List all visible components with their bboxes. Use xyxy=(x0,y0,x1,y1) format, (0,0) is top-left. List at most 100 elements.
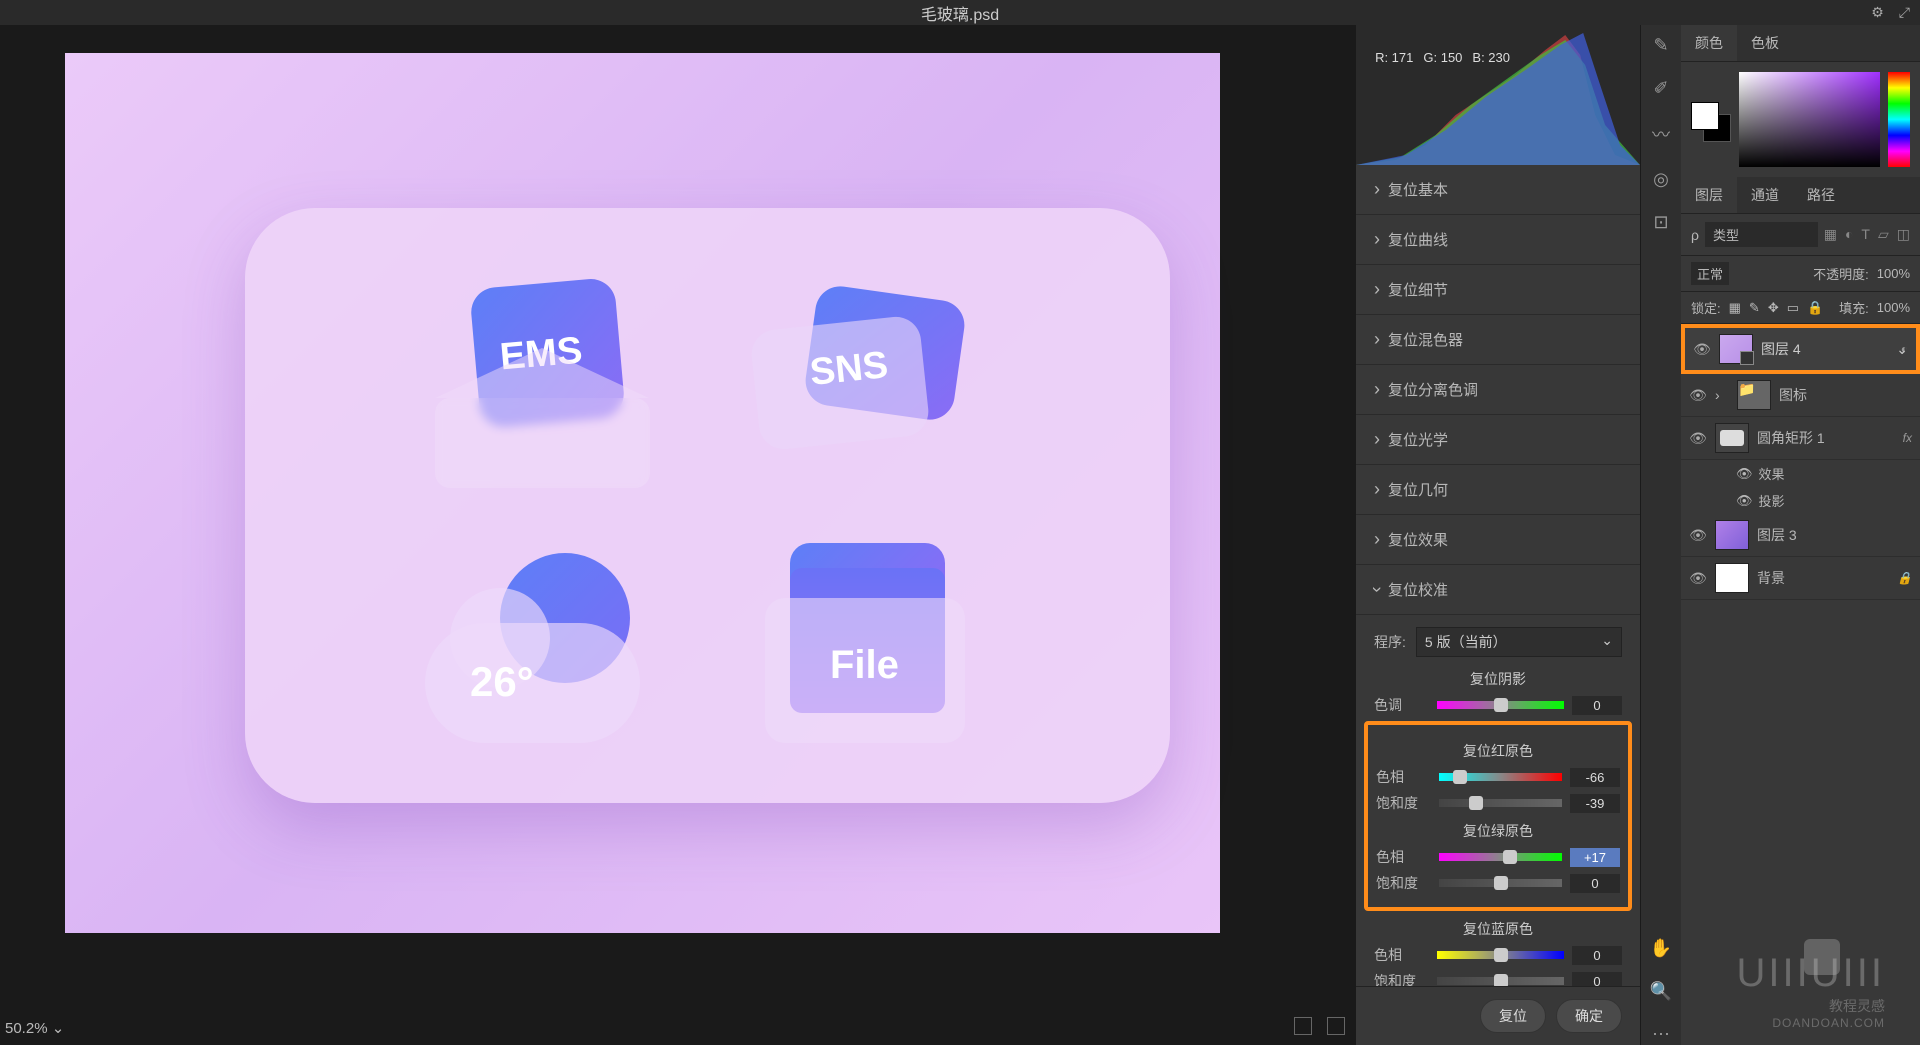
lock-artboard-icon[interactable]: ▭ xyxy=(1787,300,1799,316)
visibility-icon[interactable]: 👁 xyxy=(1693,341,1711,358)
fill-value[interactable]: 100% xyxy=(1877,300,1910,315)
expand-icon[interactable]: ⤢ xyxy=(1899,4,1910,21)
red-hue-value[interactable]: -66 xyxy=(1570,768,1620,787)
title-bar: 毛玻璃.psd ⚙ ⤢ xyxy=(0,0,1920,25)
folder-icon: 📁 xyxy=(1737,380,1771,410)
lock-pos-icon[interactable]: ✥ xyxy=(1768,300,1779,316)
color-tabs: 颜色 色板 xyxy=(1681,25,1920,62)
layer-filter-select[interactable]: 类型 xyxy=(1705,222,1818,247)
brush-icon[interactable]: 〰 xyxy=(1652,121,1670,147)
visibility-icon[interactable]: 👁 xyxy=(1689,527,1707,544)
red-sat-slider[interactable] xyxy=(1439,799,1562,807)
view-mode-2-icon[interactable] xyxy=(1327,1017,1345,1035)
lock-trans-icon[interactable]: ▦ xyxy=(1729,300,1741,316)
layer-thumb[interactable] xyxy=(1715,520,1749,550)
reset-button[interactable]: 复位 xyxy=(1480,999,1546,1033)
acc-basic[interactable]: 复位基本 xyxy=(1356,165,1640,215)
acc-calib[interactable]: 复位校准 xyxy=(1356,565,1640,615)
acc-geom[interactable]: 复位几何 xyxy=(1356,465,1640,515)
process-select[interactable]: 5 版（当前） xyxy=(1416,627,1622,657)
filter-text-icon[interactable]: T xyxy=(1861,226,1870,243)
red-hue-slider[interactable] xyxy=(1439,773,1562,781)
canvas-area[interactable]: EMS SNS 26° File 50.2% ⌄ xyxy=(0,25,1355,1045)
opacity-value[interactable]: 100% xyxy=(1877,266,1910,281)
view-mode-1-icon[interactable] xyxy=(1294,1017,1312,1035)
filter-shape-icon[interactable]: ▱ xyxy=(1878,226,1889,243)
blue-hue-value[interactable]: 0 xyxy=(1572,946,1622,965)
layer-thumb[interactable] xyxy=(1715,563,1749,593)
calibration-body: 程序: 5 版（当前） 复位阴影 色调 0 复位红原色 色相 -66 xyxy=(1356,615,1640,986)
fill-label: 填充: xyxy=(1839,298,1869,317)
color-field[interactable] xyxy=(1739,72,1880,167)
fg-bg-swatch[interactable] xyxy=(1691,102,1731,142)
layer-4[interactable]: 👁 图层 4 ◐ xyxy=(1681,324,1920,374)
tone-value[interactable]: 0 xyxy=(1572,696,1622,715)
red-sat-value[interactable]: -39 xyxy=(1570,794,1620,813)
drop-shadow-row[interactable]: 👁投影 xyxy=(1681,487,1920,514)
tab-color[interactable]: 颜色 xyxy=(1681,25,1737,61)
acc-curve[interactable]: 复位曲线 xyxy=(1356,215,1640,265)
tone-slider[interactable] xyxy=(1437,701,1564,709)
layer-list: 👁 图层 4 ◐ 👁 › 📁 图标 👁 圆角矩形 1 fx � xyxy=(1681,324,1920,1045)
red-title: 复位红原色 xyxy=(1376,741,1620,761)
layers-panel-group: ✎ ✐ 〰 ◎ ⊡ ✋ 🔍 ⋯ 颜色 色板 图层 通道 路径 xyxy=(1640,25,1920,1045)
sns-icon: SNS xyxy=(755,293,985,473)
blend-mode-select[interactable]: 正常 xyxy=(1691,262,1729,285)
tab-layers[interactable]: 图层 xyxy=(1681,177,1737,213)
acc-mixer[interactable]: 复位混色器 xyxy=(1356,315,1640,365)
acc-split[interactable]: 复位分离色调 xyxy=(1356,365,1640,415)
accordion: 复位基本 复位曲线 复位细节 复位混色器 复位分离色调 复位光学 复位几何 复位… xyxy=(1356,165,1640,986)
lock-all-icon[interactable]: 🔒 xyxy=(1807,300,1823,316)
tab-channels[interactable]: 通道 xyxy=(1737,177,1793,213)
blue-hue-slider[interactable] xyxy=(1437,951,1564,959)
visibility-icon[interactable]: 👁 xyxy=(1689,387,1707,404)
effects-row[interactable]: 👁效果 xyxy=(1681,460,1920,487)
process-label: 程序: xyxy=(1374,632,1406,652)
layer-rounded-rect[interactable]: 👁 圆角矩形 1 fx xyxy=(1681,417,1920,460)
shadow-title: 复位阴影 xyxy=(1374,669,1622,689)
doc-title: 毛玻璃.psd xyxy=(921,1,999,25)
layer-thumb[interactable] xyxy=(1719,334,1753,364)
vertical-toolbar: ✎ ✐ 〰 ◎ ⊡ ✋ 🔍 ⋯ xyxy=(1641,25,1681,1045)
filter-adjust-icon[interactable]: ◐ xyxy=(1845,226,1853,243)
lock-icon: 🔒 xyxy=(1897,571,1912,585)
target-icon[interactable]: ◎ xyxy=(1653,169,1669,190)
layer-thumb[interactable] xyxy=(1715,423,1749,453)
visibility-icon[interactable]: 👁 xyxy=(1689,430,1707,447)
tab-swatches[interactable]: 色板 xyxy=(1737,25,1793,61)
ok-button[interactable]: 确定 xyxy=(1556,999,1622,1033)
eyedropper-icon[interactable]: ✐ xyxy=(1653,78,1668,99)
histogram[interactable]: R: 171 G: 150 B: 230 xyxy=(1356,25,1640,165)
card-bg xyxy=(245,208,1170,803)
blue-sat-slider[interactable] xyxy=(1437,977,1564,985)
filter-image-icon[interactable]: ▦ xyxy=(1824,226,1837,243)
green-hue-value[interactable]: +17 xyxy=(1570,848,1620,867)
tone-label: 色调 xyxy=(1374,695,1429,715)
tab-paths[interactable]: 路径 xyxy=(1793,177,1849,213)
lock-paint-icon[interactable]: ✎ xyxy=(1749,300,1760,316)
ems-icon: EMS xyxy=(430,283,660,483)
layer-3[interactable]: 👁 图层 3 xyxy=(1681,514,1920,557)
green-hue-slider[interactable] xyxy=(1439,853,1562,861)
edit-icon[interactable]: ✎ xyxy=(1653,35,1668,56)
acc-optics[interactable]: 复位光学 xyxy=(1356,415,1640,465)
filter-smart-icon[interactable]: ◫ xyxy=(1897,226,1910,243)
hue-strip[interactable] xyxy=(1888,72,1910,167)
layer-icons-group[interactable]: 👁 › 📁 图标 xyxy=(1681,374,1920,417)
zoom-level[interactable]: 50.2% ⌄ xyxy=(5,1019,64,1037)
acc-effects[interactable]: 复位效果 xyxy=(1356,515,1640,565)
layer-background[interactable]: 👁 背景 🔒 xyxy=(1681,557,1920,600)
zoom-icon[interactable]: 🔍 xyxy=(1650,981,1672,1002)
green-sat-slider[interactable] xyxy=(1439,879,1562,887)
blue-sat-value[interactable]: 0 xyxy=(1572,972,1622,987)
green-title: 复位绿原色 xyxy=(1376,821,1620,841)
acc-detail[interactable]: 复位细节 xyxy=(1356,265,1640,315)
crop-icon[interactable]: ⊡ xyxy=(1653,212,1668,233)
filter-icon[interactable]: ◐ xyxy=(1901,342,1908,356)
visibility-icon[interactable]: 👁 xyxy=(1689,570,1707,587)
hand-icon[interactable]: ✋ xyxy=(1650,938,1672,959)
more-icon[interactable]: ⋯ xyxy=(1652,1024,1670,1045)
gear-icon[interactable]: ⚙ xyxy=(1871,4,1884,21)
green-sat-value[interactable]: 0 xyxy=(1570,874,1620,893)
camera-raw-panel: R: 171 G: 150 B: 230 复位基本 复位曲线 复位细节 复位混色… xyxy=(1355,25,1640,1045)
